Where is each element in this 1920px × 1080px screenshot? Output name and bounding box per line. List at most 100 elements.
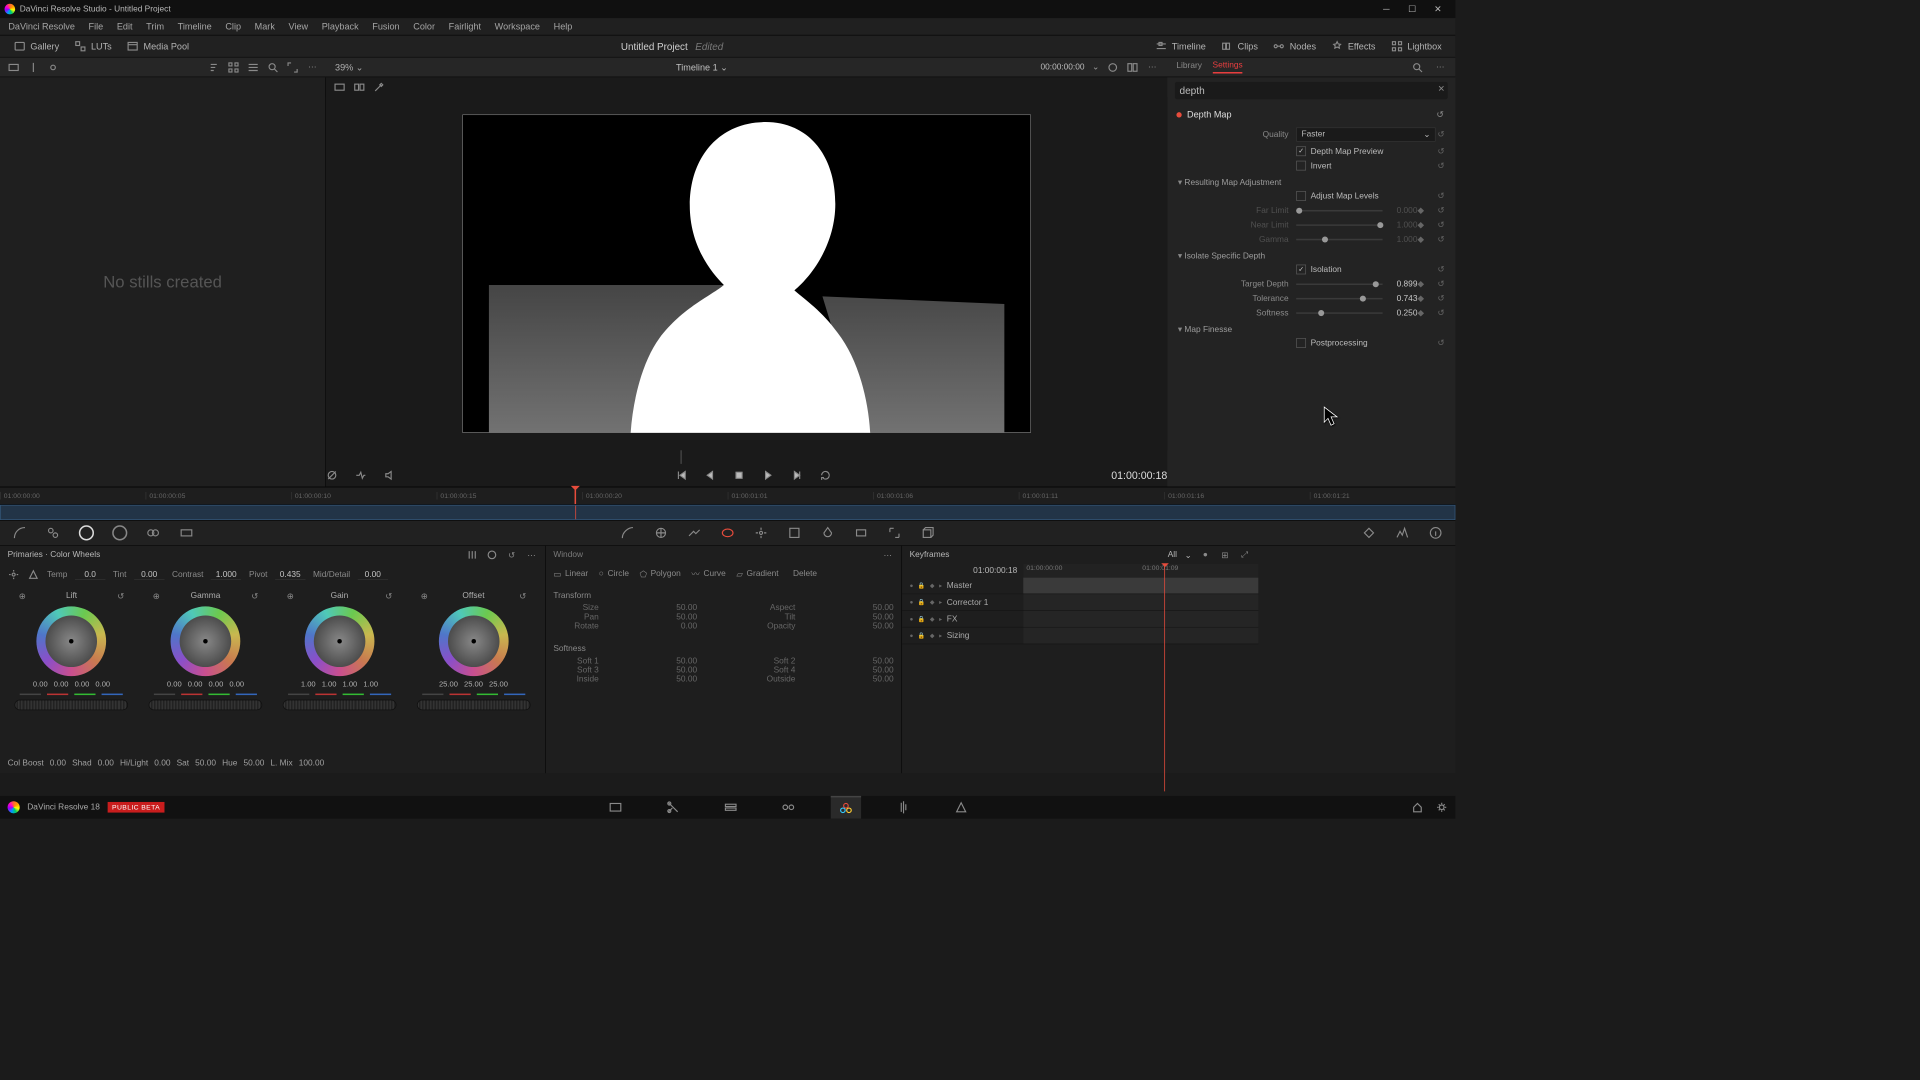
picker-icon[interactable]: ⊕ (16, 590, 28, 602)
kf-playhead[interactable] (1164, 564, 1165, 791)
reset-icon[interactable]: ↺ (1436, 293, 1447, 303)
fusion-page[interactable] (773, 796, 803, 819)
window-gradient-tool[interactable]: ▱Gradient (736, 569, 778, 579)
prev-frame-icon[interactable] (704, 469, 716, 481)
reset-icon[interactable]: ↺ (1436, 338, 1447, 348)
reset-icon[interactable]: ↺ (1436, 161, 1447, 171)
tracker-icon[interactable] (753, 525, 768, 540)
ruler-tick[interactable]: 01:00:01:06 (873, 492, 1019, 500)
ruler-tick[interactable]: 01:00:00:05 (146, 492, 292, 500)
3d-icon[interactable] (920, 525, 935, 540)
sat-value[interactable]: 50.00 (195, 759, 216, 768)
invert-checkbox[interactable] (1296, 161, 1306, 171)
preview-checkbox[interactable]: ✓ (1296, 146, 1306, 156)
curves-palette-icon[interactable] (12, 525, 27, 540)
sizing-icon[interactable] (887, 525, 902, 540)
keyframe-mode-icon[interactable] (1361, 525, 1376, 540)
effects-search-input[interactable] (1175, 82, 1448, 99)
settings-tab[interactable]: Settings (1213, 61, 1243, 74)
lift-wheel[interactable] (37, 606, 107, 676)
more-icon[interactable]: ⋯ (525, 549, 537, 561)
bars-mode-icon[interactable] (466, 549, 478, 561)
menu-file[interactable]: File (82, 19, 110, 34)
key-icon[interactable] (854, 525, 869, 540)
contrast-value[interactable]: 1.000 (211, 570, 241, 580)
first-frame-icon[interactable] (675, 469, 687, 481)
scrubber[interactable] (681, 450, 682, 464)
section-adjustment[interactable]: Resulting Map Adjustment (1167, 173, 1455, 189)
kf-track-corrector-1[interactable]: Corrector 1 (947, 598, 989, 607)
motion-palette-icon[interactable] (179, 525, 194, 540)
temp-value[interactable]: 0.0 (75, 570, 105, 580)
bypass-icon[interactable] (326, 469, 338, 481)
more-icon[interactable]: ⋯ (882, 549, 894, 561)
unmix-icon[interactable] (355, 469, 367, 481)
more-icon[interactable]: ⋯ (1434, 61, 1446, 73)
picker-icon[interactable]: ⊕ (284, 590, 296, 602)
window-polygon-tool[interactable]: ⬠Polygon (640, 569, 681, 579)
picker-icon[interactable] (8, 569, 20, 581)
reset-wheel-icon[interactable]: ↺ (517, 590, 529, 602)
window-delete-tool[interactable]: Delete (789, 569, 817, 578)
window-linear-tool[interactable]: ▭Linear (553, 569, 588, 579)
wand-icon[interactable] (373, 81, 385, 93)
info-icon[interactable] (1428, 525, 1443, 540)
project-settings-icon[interactable] (1436, 801, 1448, 813)
softness-slider[interactable] (1296, 312, 1382, 314)
ruler-tick[interactable]: 01:00:01:21 (1310, 492, 1456, 500)
menu-fairlight[interactable]: Fairlight (442, 19, 488, 34)
tint-value[interactable]: 0.00 (134, 570, 164, 580)
clear-search-icon[interactable]: ✕ (1438, 84, 1445, 94)
keyframe-icon[interactable]: ◆ (1417, 279, 1435, 289)
menu-fusion[interactable]: Fusion (365, 19, 406, 34)
luts-button[interactable]: LUTs (67, 38, 120, 55)
picker-icon[interactable]: ⊕ (150, 590, 162, 602)
search-icon[interactable] (267, 61, 279, 73)
zoom-level[interactable]: 39% ⌄ (335, 62, 363, 73)
reset-icon[interactable]: ↺ (1436, 191, 1447, 201)
menu-clip[interactable]: Clip (219, 19, 248, 34)
qualifier-icon[interactable] (687, 525, 702, 540)
adjust-levels-checkbox[interactable] (1296, 191, 1306, 201)
mute-icon[interactable] (384, 469, 396, 481)
search-icon[interactable] (1411, 61, 1423, 73)
reset-all-icon[interactable]: ↺ (1434, 108, 1446, 120)
wheel-mode-icon[interactable] (446, 549, 458, 561)
ruler-tick[interactable]: 01:00:01:11 (1019, 492, 1165, 500)
menu-trim[interactable]: Trim (139, 19, 170, 34)
menu-edit[interactable]: Edit (110, 19, 139, 34)
mediapool-button[interactable]: Media Pool (119, 38, 196, 55)
gain-jog[interactable] (283, 700, 397, 711)
primaries-palette-icon[interactable] (79, 525, 94, 540)
transport-timecode[interactable]: 01:00:00:18 (1111, 469, 1167, 481)
timeline-name[interactable]: Timeline 1 ⌄ (363, 62, 1040, 73)
clips-button[interactable]: Clips (1213, 38, 1265, 55)
reset-wheel-icon[interactable]: ↺ (249, 590, 261, 602)
offset-jog[interactable] (417, 700, 531, 711)
menu-playback[interactable]: Playback (315, 19, 366, 34)
lmix-value[interactable]: 100.00 (299, 759, 325, 768)
scopes-icon[interactable] (1395, 525, 1410, 540)
timecode[interactable]: 00:00:00:00 (1040, 63, 1084, 72)
loop-icon[interactable] (1107, 61, 1119, 73)
split-view-icon[interactable] (353, 81, 365, 93)
tolerance-value[interactable]: 0.743 (1383, 294, 1418, 303)
expand-icon[interactable] (287, 61, 299, 73)
effects-button[interactable]: Effects (1324, 38, 1383, 55)
isolation-checkbox[interactable]: ✓ (1296, 265, 1306, 275)
menu-workspace[interactable]: Workspace (488, 19, 547, 34)
record-icon[interactable] (47, 61, 59, 73)
ruler-tick[interactable]: 01:00:00:10 (291, 492, 437, 500)
target-depth-slider[interactable] (1296, 283, 1382, 285)
lift-jog[interactable] (15, 700, 129, 711)
blur-icon[interactable] (820, 525, 835, 540)
menu-view[interactable]: View (282, 19, 315, 34)
kf-track-fx[interactable]: FX (947, 614, 958, 623)
gamma-wheel[interactable] (171, 606, 241, 676)
reset-wheel-icon[interactable]: ↺ (383, 590, 395, 602)
next-frame-icon[interactable] (791, 469, 803, 481)
reset-icon[interactable]: ↺ (1436, 130, 1447, 140)
timeline-button[interactable]: Timeline (1148, 38, 1214, 55)
video-track[interactable] (0, 505, 1455, 520)
media-page[interactable] (600, 796, 630, 819)
